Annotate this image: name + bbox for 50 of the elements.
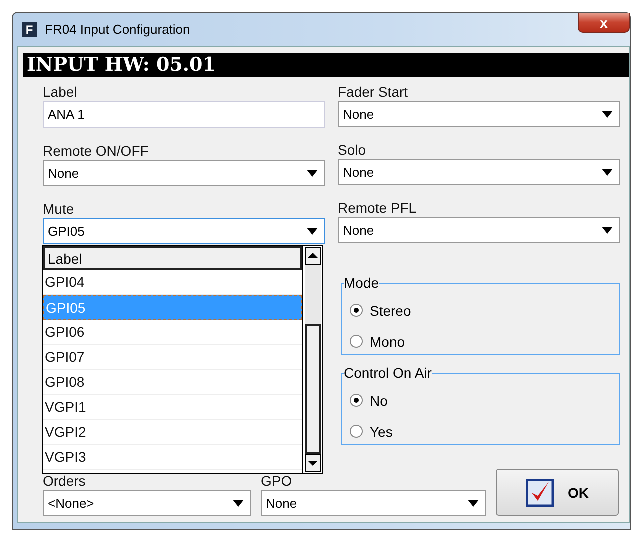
app-icon: F: [22, 22, 37, 37]
caret-icon: [233, 500, 244, 506]
field-label: Remote ON/OFF: [43, 142, 150, 160]
list-item[interactable]: GPI06: [43, 320, 302, 345]
window-title: FR04 Input Configuration: [45, 22, 190, 37]
radio-button[interactable]: [350, 425, 363, 438]
list-item[interactable]: VGPI3: [43, 445, 302, 470]
radio-button[interactable]: [350, 394, 363, 407]
checkmark-icon: [526, 478, 554, 506]
scroll-down-icon[interactable]: [304, 454, 320, 472]
list-item[interactable]: VGPI1: [43, 395, 302, 420]
dropdown-select[interactable]: None: [338, 101, 620, 127]
caret-icon: [602, 110, 613, 118]
group-title: Control On Air: [344, 365, 432, 381]
caret-icon: [468, 500, 479, 506]
field-label: Orders: [43, 472, 87, 490]
label-input[interactable]: ANA 1: [43, 101, 325, 128]
field-label: Fader Start: [338, 83, 410, 101]
field-label: GPO: [261, 472, 294, 490]
radio-button[interactable]: [350, 304, 363, 317]
dropdown-select[interactable]: None: [43, 160, 325, 186]
scrollbar[interactable]: [302, 246, 322, 473]
header-banner: INPUT HW: 05.01: [23, 53, 629, 77]
caret-icon: [602, 226, 613, 234]
dropdown-select[interactable]: None: [261, 490, 486, 516]
close-button[interactable]: x: [578, 13, 630, 33]
radio-option[interactable]: Stereo: [350, 295, 611, 326]
dropdown-select[interactable]: None: [338, 159, 620, 185]
ok-button[interactable]: OK: [496, 469, 619, 516]
dropdown-select[interactable]: GPI05: [43, 218, 325, 244]
scroll-up-icon[interactable]: [304, 247, 320, 265]
scroll-thumb[interactable]: [304, 324, 320, 454]
dropdown-select[interactable]: <None>: [43, 490, 251, 516]
radio-button[interactable]: [350, 335, 363, 348]
caret-icon: [307, 228, 318, 234]
field-label: Mute: [43, 200, 76, 218]
field-label: Solo: [338, 141, 368, 159]
list-item[interactable]: GPI08: [43, 370, 302, 395]
caret-icon: [602, 168, 613, 176]
dropdown-select[interactable]: None: [338, 217, 620, 243]
radio-option[interactable]: No: [350, 385, 611, 416]
field-label: Remote PFL: [338, 199, 418, 217]
field-label: Label: [43, 83, 78, 101]
column-header: Label: [43, 246, 302, 270]
caret-icon: [307, 170, 318, 176]
list-item[interactable]: VGPI2: [43, 420, 302, 445]
group-title: Mode: [344, 275, 380, 291]
radio-option[interactable]: Mono: [350, 326, 611, 357]
radio-option[interactable]: Yes: [350, 416, 611, 447]
list-item[interactable]: GPI07: [43, 345, 302, 370]
